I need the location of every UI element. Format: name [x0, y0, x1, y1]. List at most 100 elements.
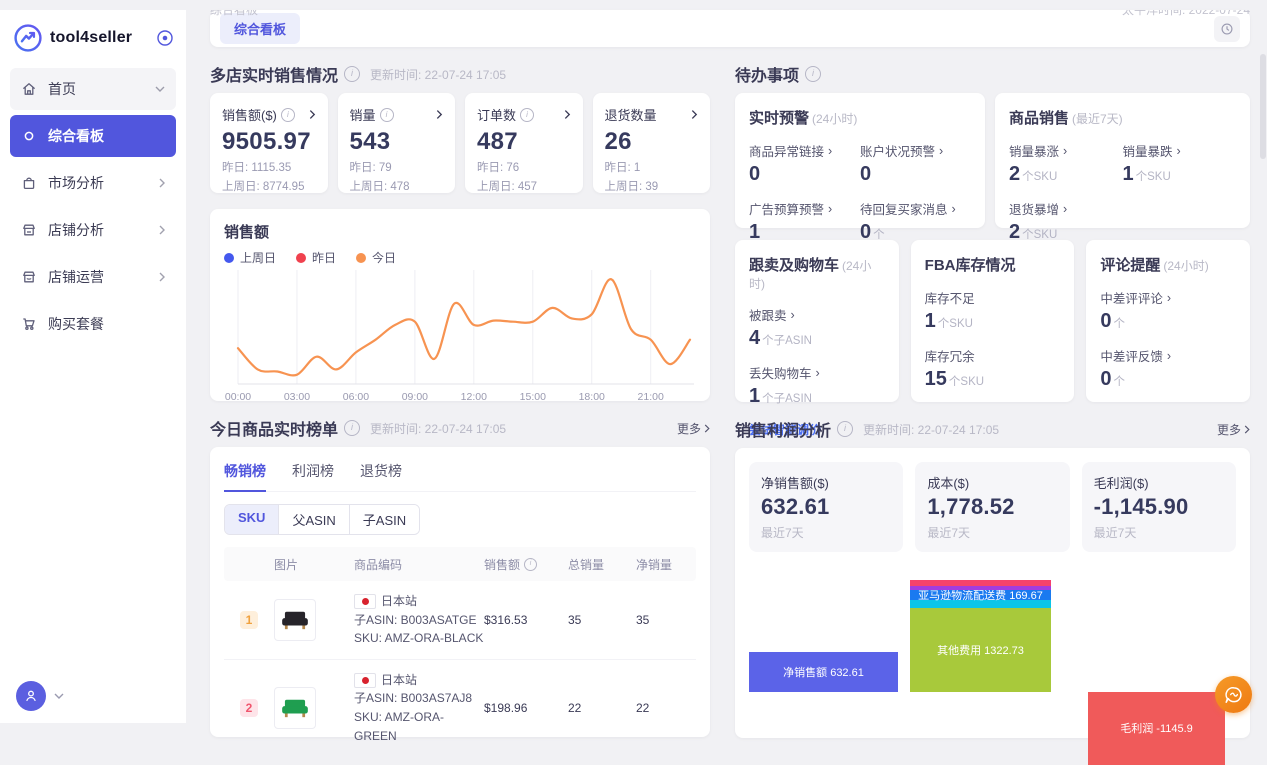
metric-link[interactable]: 销量暴跌›: [1123, 141, 1237, 160]
ranking-more-link[interactable]: 更多: [677, 420, 710, 437]
store-icon: [21, 222, 37, 238]
chat-bubble-icon: [1222, 683, 1246, 707]
stat-card-sales-amount[interactable]: 销售额($) i 9505.97 昨日: 1115.35 上周日: 8774.9…: [210, 93, 328, 193]
metric-link[interactable]: 被跟卖›: [749, 305, 885, 324]
sidebar-collapse-icon[interactable]: [156, 29, 174, 47]
avatar[interactable]: [16, 681, 46, 711]
legend-item-today[interactable]: 今日: [356, 249, 396, 266]
metric-link[interactable]: 丢失购物车›: [749, 363, 885, 382]
sidebar-item-purchase-plan[interactable]: 购买套餐: [10, 303, 176, 345]
sidebar-item-dashboard[interactable]: 综合看板: [10, 115, 176, 157]
metric-link[interactable]: 中差评评论›: [1100, 288, 1236, 307]
info-icon[interactable]: i: [805, 66, 821, 82]
gross-profit-stat: 毛利润($) -1,145.90 最近7天: [1082, 462, 1236, 552]
segment-parent-asin[interactable]: 父ASIN: [279, 505, 349, 534]
history-clock-button[interactable]: [1214, 16, 1240, 42]
stat-card-orders[interactable]: 订单数 i 487 昨日: 76 上周日: 457: [465, 93, 583, 193]
metric-hijacked: 被跟卖› 4个子ASIN: [749, 305, 885, 350]
stat-value: 487: [477, 128, 571, 156]
legend-dot: [356, 253, 366, 263]
sidebar-item-store-operations[interactable]: 店铺运营: [10, 256, 176, 298]
profit-stats: 净销售额($) 632.61 最近7天 成本($) 1,778.52 最近7天 …: [749, 462, 1236, 552]
stat-label: 销量: [350, 105, 376, 124]
legend-item-last-sunday[interactable]: 上周日: [224, 249, 276, 266]
info-icon[interactable]: i: [281, 108, 295, 122]
metric-link[interactable]: 广告预算预警›: [749, 199, 860, 218]
chart-legend: 上周日 昨日 今日: [224, 249, 696, 266]
metric-link[interactable]: 商品异常链接›: [749, 141, 860, 160]
stat-card-sales-qty[interactable]: 销量 i 543 昨日: 79 上周日: 478: [338, 93, 456, 193]
stat-card-returns[interactable]: 退货数量 26 昨日: 1 上周日: 39: [593, 93, 711, 193]
svg-text:06:00: 06:00: [343, 391, 369, 403]
col-net-qty: 净销量: [636, 556, 696, 573]
sidebar-item-market-analysis[interactable]: 市场分析: [10, 162, 176, 204]
svg-text:03:00: 03:00: [284, 391, 310, 403]
sales-cell: $316.53: [484, 613, 568, 627]
stat-last-sunday: 上周日: 39: [605, 178, 699, 194]
section-title: 多店实时销售情况: [210, 62, 338, 86]
info-icon[interactable]: i: [380, 108, 394, 122]
info-icon[interactable]: i: [520, 108, 534, 122]
table-row[interactable]: 2 日本站: [224, 660, 696, 756]
col-image: 图片: [274, 556, 354, 573]
sku: SKU: AMZ-ORA-BLACK: [354, 629, 484, 648]
section-title: 销售利润分析: [735, 417, 831, 441]
chevron-right-icon: [704, 424, 710, 433]
profit-panel: 净销售额($) 632.61 最近7天 成本($) 1,778.52 最近7天 …: [735, 448, 1250, 738]
sidebar-item-label: 店铺运营: [48, 267, 104, 287]
info-icon[interactable]: i: [524, 558, 537, 571]
chevron-right-icon: ›: [828, 202, 832, 216]
metric-link[interactable]: 待回复买家消息›: [860, 199, 971, 218]
chevron-right-icon[interactable]: [309, 109, 316, 120]
cost-stat: 成本($) 1,778.52 最近7天: [915, 462, 1069, 552]
brand[interactable]: tool4seller: [0, 10, 186, 64]
segment-sku[interactable]: SKU: [225, 505, 279, 534]
info-icon[interactable]: i: [344, 420, 360, 436]
ranking-header: 今日商品实时榜单 i 更新时间: 22-07-24 17:05 更多: [210, 415, 710, 441]
metric-link[interactable]: 销量暴涨›: [1009, 141, 1123, 160]
sales-stat-cards: 销售额($) i 9505.97 昨日: 1115.35 上周日: 8774.9…: [210, 93, 710, 193]
tab-best-sellers[interactable]: 畅销榜: [224, 461, 266, 492]
metric-abnormal-listings: 商品异常链接› 0: [749, 141, 860, 186]
sku: SKU: AMZ-ORA-GREEN: [354, 708, 484, 745]
tab-returns[interactable]: 退货榜: [360, 461, 402, 492]
updated-time: 更新时间: 22-07-24 17:05: [863, 421, 999, 438]
japan-flag-icon: [354, 594, 376, 609]
child-asin: 子ASIN: B003ASATGE: [354, 611, 484, 630]
metric-returns-surge: 退货暴增› 2个SKU: [1009, 199, 1123, 244]
metric-link[interactable]: 退货暴增›: [1009, 199, 1123, 218]
cart-icon: [21, 316, 37, 332]
bag-icon: [21, 175, 37, 191]
table-row[interactable]: 1 日本站: [224, 581, 696, 660]
todo-row-2: 跟卖及购物车(24小时) 被跟卖› 4个子ASIN 丢失购物车› 1个子ASIN…: [735, 240, 1250, 402]
chevron-right-icon: [159, 272, 165, 282]
legend-item-yesterday[interactable]: 昨日: [296, 249, 336, 266]
profit-more-link[interactable]: 更多: [1217, 421, 1250, 438]
sidebar: tool4seller 首页 综合看板: [0, 10, 186, 723]
sidebar-item-home[interactable]: 首页: [10, 68, 176, 110]
chevron-right-icon[interactable]: [436, 109, 443, 120]
chevron-right-icon[interactable]: [564, 109, 571, 120]
user-menu[interactable]: [16, 681, 64, 711]
net-qty-cell: 35: [636, 613, 696, 627]
metric-link[interactable]: 账户状况预警›: [860, 141, 971, 160]
product-image: [274, 599, 316, 641]
info-icon[interactable]: i: [837, 421, 853, 437]
tab-profit[interactable]: 利润榜: [292, 461, 334, 492]
metric-link[interactable]: 中差评反馈›: [1100, 346, 1236, 365]
sidebar-item-label: 购买套餐: [48, 314, 104, 334]
chevron-down-icon: [155, 86, 165, 92]
chevron-right-icon[interactable]: [691, 109, 698, 120]
page-scrollbar[interactable]: [1260, 54, 1266, 159]
chevron-right-icon: ›: [939, 144, 943, 158]
chevron-right-icon: [1244, 425, 1250, 434]
segment-child-asin[interactable]: 子ASIN: [350, 505, 419, 534]
sales-line-chart-card: 销售额 上周日 昨日 今日 00:0003:0006:0009:0: [210, 209, 710, 401]
brand-logo-icon: [14, 24, 42, 52]
svg-text:09:00: 09:00: [402, 391, 428, 403]
chat-support-fab[interactable]: [1215, 676, 1252, 713]
info-icon[interactable]: i: [344, 66, 360, 82]
child-asin: 子ASIN: B003AS7AJ8: [354, 689, 484, 708]
sidebar-item-store-analysis[interactable]: 店铺分析: [10, 209, 176, 251]
metric-negative-reviews: 中差评评论› 0个: [1100, 288, 1236, 333]
